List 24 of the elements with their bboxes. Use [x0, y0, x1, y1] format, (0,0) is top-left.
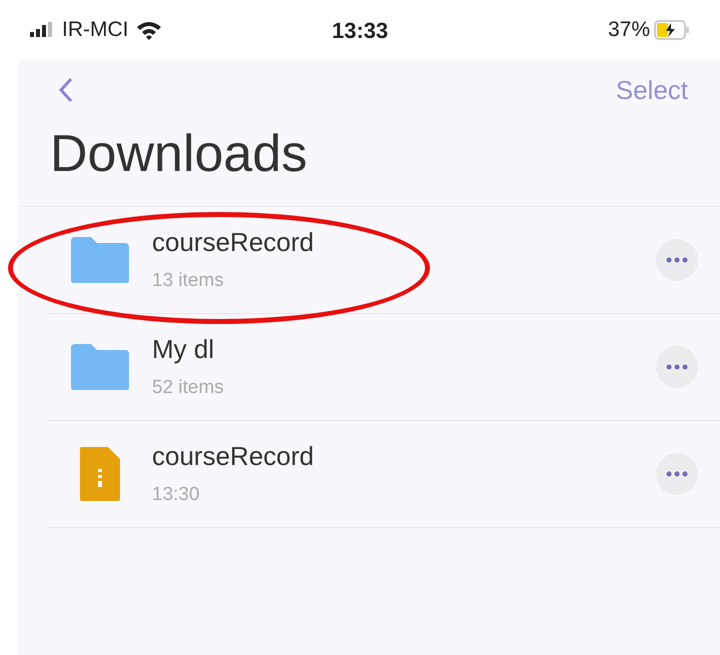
item-detail: 52 items — [152, 377, 225, 399]
item-name[interactable]: courseRecord — [152, 442, 656, 470]
file-row[interactable]: courseRecord 13:30 — [48, 421, 720, 528]
more-button[interactable] — [656, 453, 698, 495]
folder-icon — [69, 235, 131, 285]
wifi-icon — [134, 20, 162, 40]
file-row[interactable]: courseRecord 13 items — [48, 207, 720, 314]
zip-file-icon — [78, 445, 122, 503]
more-icon — [666, 257, 688, 263]
item-detail: 13:30 — [152, 484, 201, 506]
status-time: 13:33 — [332, 16, 388, 44]
file-row[interactable]: My dl 52 items — [48, 314, 720, 421]
more-button[interactable] — [656, 346, 698, 388]
folder-icon — [69, 342, 131, 392]
battery-charging-icon — [654, 20, 690, 40]
item-name[interactable]: My dl — [152, 335, 656, 363]
item-name[interactable]: courseRecord — [152, 228, 656, 256]
item-detail: 13 items — [152, 270, 225, 292]
more-icon — [666, 364, 688, 370]
carrier-name: IR-MCI — [62, 17, 128, 44]
more-button[interactable] — [656, 239, 698, 281]
battery-percent: 37% — [608, 17, 650, 44]
more-icon — [666, 471, 688, 477]
page-title: Downloads — [49, 124, 308, 185]
